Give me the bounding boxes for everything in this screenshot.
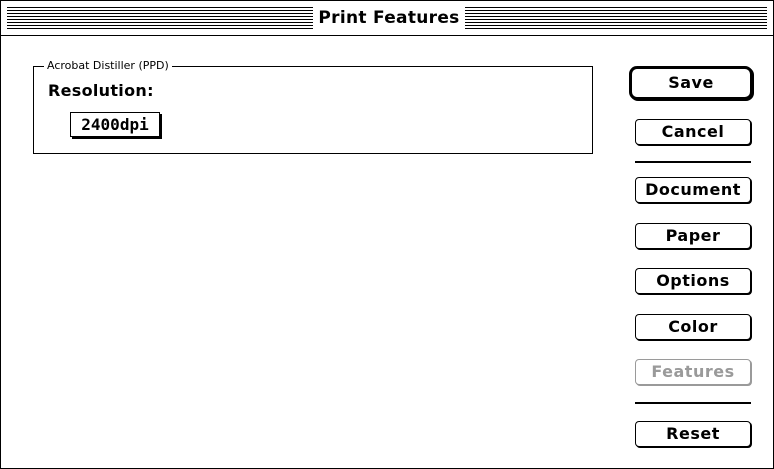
cancel-button[interactable]: Cancel <box>635 119 751 145</box>
window-title: Print Features <box>313 5 465 31</box>
title-bar-stripes-left <box>7 7 313 29</box>
document-button[interactable]: Document <box>635 177 751 203</box>
title-bar[interactable]: Print Features <box>1 1 773 36</box>
resolution-label: Resolution: <box>48 81 154 100</box>
ppd-feature-group: Acrobat Distiller (PPD) Resolution: 2400… <box>33 58 593 154</box>
group-label: Acrobat Distiller (PPD) <box>44 58 172 74</box>
features-button: Features <box>635 359 751 385</box>
reset-button[interactable]: Reset <box>635 421 751 447</box>
options-button[interactable]: Options <box>635 268 751 294</box>
divider-top <box>635 161 751 163</box>
print-features-dialog: Print Features Acrobat Distiller (PPD) R… <box>0 0 774 469</box>
color-button[interactable]: Color <box>635 314 751 340</box>
paper-button[interactable]: Paper <box>635 223 751 249</box>
divider-bottom <box>635 402 751 404</box>
title-bar-stripes-right <box>465 7 767 29</box>
save-button[interactable]: Save <box>629 66 753 100</box>
resolution-popup[interactable]: 2400dpi <box>70 112 160 137</box>
